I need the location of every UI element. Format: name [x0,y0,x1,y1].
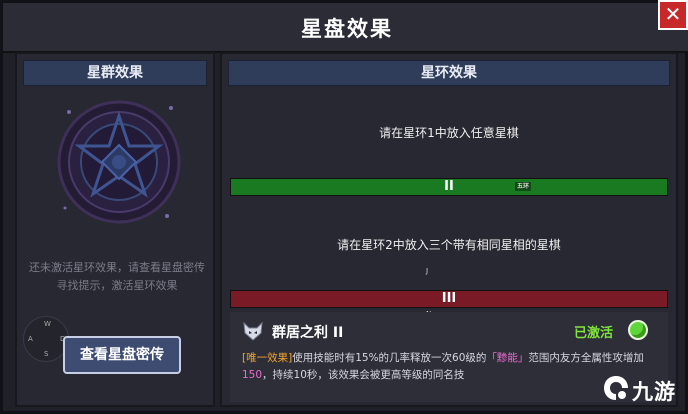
activation-hint-text: 还未激活星环效果，请查看星盘密传寻找提示，激活星环效果 [29,261,205,292]
active-orb-icon [628,320,648,340]
wolf-badge-icon [243,321,263,341]
ring2-bar[interactable]: II 五环 [230,178,668,196]
ring3-bar[interactable]: III [230,290,668,308]
effect-desc-part3: ，持续10秒，该效果会被更高等级的同名技 [262,369,465,381]
watermark: 九游 [598,370,688,410]
effect-desc-quote: 「黪能」 [486,352,529,364]
effect-status: 已激活 [574,326,614,341]
watermark-text: 九游 [632,380,676,404]
star-ring-panel: 星环效果 请在星环1中放入任意星棋 II 五环 请在星环2中放入三个带有相同星相… [220,52,678,407]
effect-desc-tag: [唯一效果] [242,352,293,364]
star-disk-medallion-icon [57,100,181,224]
key-s-label: S [44,350,49,358]
effect-desc-value: 150 [242,369,263,381]
star-ring-header: 星环效果 [228,60,670,86]
ring3-label: III [441,291,457,306]
key-w-label: W [44,320,51,328]
effect-desc-part1: 使用技能时有15%的几率释放一次60级的 [292,352,487,364]
key-a-label: A [28,335,33,343]
ring2-label: II [444,179,454,194]
dialog-title: 星盘效果 [301,17,393,41]
view-star-secrets-button[interactable]: 查看星盘密传 [63,336,181,374]
jiuyou-logo-icon [604,376,628,400]
effect-name: 群居之利 II [272,325,344,341]
ring2-requirement: 请在星环2中放入三个带有相同星相的星棋 [337,238,561,252]
title-bar: 星盘效果 [3,3,688,53]
close-button[interactable]: ✕ [658,0,688,30]
marker-j: J [426,267,429,275]
effect-desc-part2: 范围内友方全属性攻增加 [528,352,644,364]
ring2-tag: 五环 [515,182,532,191]
ring1-requirement: 请在星环1中放入任意星棋 [379,126,519,140]
constellation-group-panel: 星群效果 还未激活星环效果，请查看星盘密传寻找提示，激活星环效果 W A S D… [15,52,215,407]
constellation-group-header: 星群效果 [23,60,207,86]
